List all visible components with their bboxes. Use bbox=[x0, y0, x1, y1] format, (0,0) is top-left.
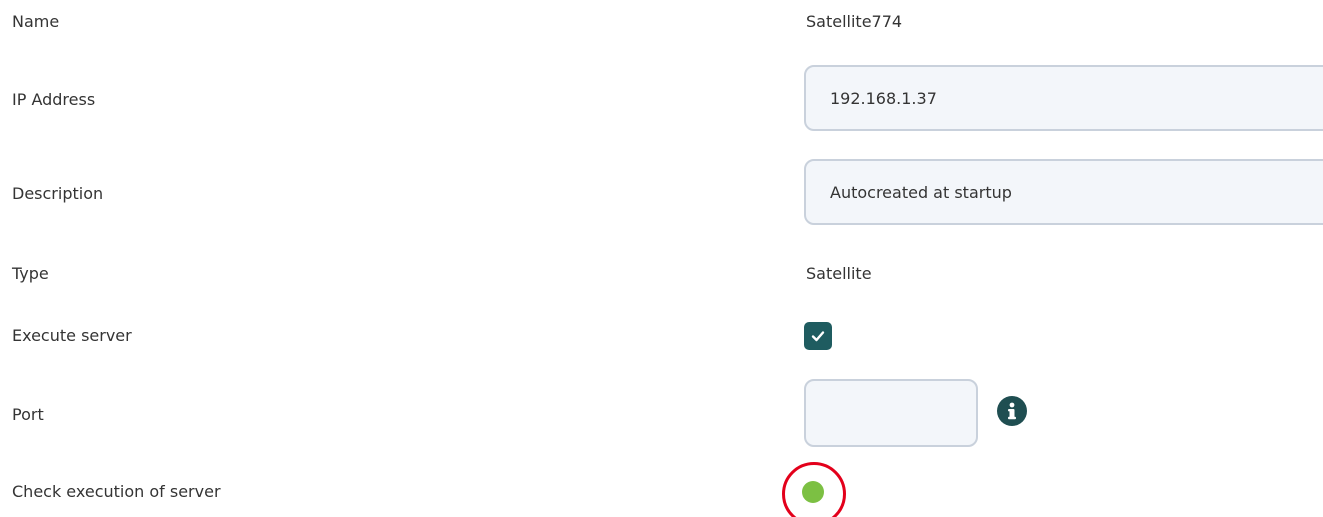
info-glyph-icon bbox=[1008, 402, 1016, 420]
name-label: Name bbox=[12, 12, 60, 31]
check-execution-label: Check execution of server bbox=[12, 482, 221, 501]
name-value: Satellite774 bbox=[806, 12, 903, 31]
ip-address-input[interactable]: 192.168.1.37 bbox=[804, 65, 1323, 131]
server-settings-form: Name IP Address Description Type Execute… bbox=[0, 0, 1323, 517]
execute-server-checkbox[interactable] bbox=[804, 322, 832, 350]
ip-address-value: 192.168.1.37 bbox=[830, 88, 937, 108]
type-value: Satellite bbox=[806, 264, 872, 283]
info-icon[interactable] bbox=[997, 396, 1027, 426]
ip-address-label: IP Address bbox=[12, 90, 96, 109]
checkmark-icon bbox=[811, 331, 825, 342]
description-input[interactable]: Autocreated at startup bbox=[804, 159, 1323, 225]
description-label: Description bbox=[12, 184, 104, 203]
server-status-indicator[interactable] bbox=[802, 481, 824, 503]
description-value: Autocreated at startup bbox=[830, 182, 1012, 202]
type-label: Type bbox=[12, 264, 49, 283]
execute-server-label: Execute server bbox=[12, 326, 132, 345]
port-input[interactable] bbox=[804, 379, 978, 447]
port-label: Port bbox=[12, 405, 44, 424]
